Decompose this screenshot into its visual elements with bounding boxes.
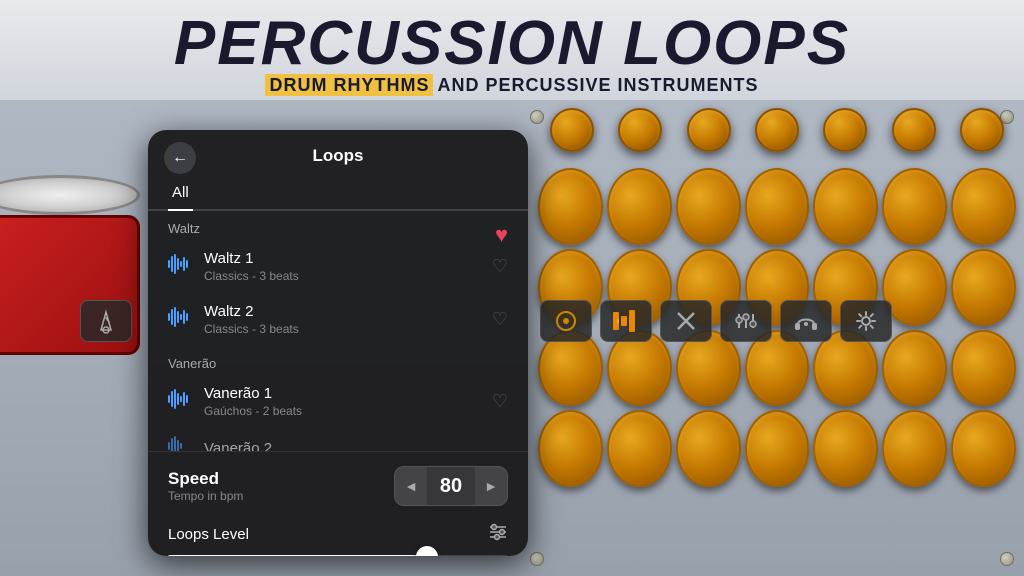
loop-info-vanerao2: Vanerão 2 [204, 440, 508, 452]
bpm-increase-button[interactable]: ► [475, 467, 507, 505]
speed-info: Speed Tempo in bpm [168, 469, 243, 503]
level-slider-fill [168, 555, 423, 556]
drum-head [0, 175, 140, 215]
speed-row: Speed Tempo in bpm ◄ 80 ► [168, 466, 508, 506]
loop-sub-vanerao1: Gaúchos - 2 beats [204, 404, 492, 418]
loop-heart-vanerao1[interactable]: ♡ [492, 391, 508, 412]
section-label-vanerao: Vanerão [148, 346, 528, 375]
tab-all[interactable]: All [168, 176, 193, 209]
loop-info-vanerao1: Vanerão 1 Gaúchos - 2 beats [204, 385, 492, 418]
loop-name-vanerao2: Vanerão 2 [204, 440, 508, 452]
drum-pad[interactable] [951, 410, 1016, 487]
drum-pad[interactable] [538, 168, 603, 245]
drum-pad[interactable] [607, 168, 672, 245]
drum-pads-grid [530, 160, 1024, 576]
loop-heart-waltz1[interactable]: ♡ [492, 256, 508, 277]
tab-row: All ♥ [148, 176, 528, 211]
settings-icon-button[interactable] [840, 300, 892, 342]
back-arrow-icon: ← [172, 149, 188, 167]
loop-sub-waltz2: Classics - 3 beats [204, 322, 492, 336]
knob-1[interactable] [550, 108, 594, 152]
drum-pad[interactable] [951, 249, 1016, 326]
drum-pad[interactable] [951, 168, 1016, 245]
waveform-icon [168, 389, 192, 415]
knob-5[interactable] [823, 108, 867, 152]
drum-pad[interactable] [813, 168, 878, 245]
drum-pad[interactable] [676, 168, 741, 245]
level-adjust-icon [488, 522, 508, 547]
subtitle: DRUM RHYTHMSAND PERCUSSIVE INSTRUMENTS [265, 75, 758, 96]
drum-pad[interactable] [538, 410, 603, 487]
drum-pad[interactable] [951, 330, 1016, 407]
loop-info-waltz1: Waltz 1 Classics - 3 beats [204, 250, 492, 283]
loop-sub-waltz1: Classics - 3 beats [204, 269, 492, 283]
level-slider-row [168, 555, 508, 556]
bpm-decrease-button[interactable]: ◄ [395, 467, 427, 505]
waveform-icon [168, 307, 192, 333]
knob-3[interactable] [687, 108, 731, 152]
drum-pad[interactable] [882, 410, 947, 487]
drum-pad[interactable] [882, 330, 947, 407]
waveform-icon [168, 436, 192, 451]
knob-2[interactable] [618, 108, 662, 152]
panel-title: Loops [168, 146, 508, 166]
knob-4[interactable] [755, 108, 799, 152]
loops-level-label: Loops Level [168, 526, 249, 543]
main-title: PERCUSSION LOOPS [174, 13, 850, 75]
loop-name-waltz2: Waltz 2 [204, 303, 492, 320]
level-slider-thumb[interactable] [416, 546, 438, 556]
drum-pad[interactable] [676, 410, 741, 487]
mixer-icon-button[interactable] [720, 300, 772, 342]
knob-7[interactable] [960, 108, 1004, 152]
bpm-control: ◄ 80 ► [394, 466, 508, 506]
loop-name-vanerao1: Vanerão 1 [204, 385, 492, 402]
knob-6[interactable] [892, 108, 936, 152]
loops-icon-button[interactable] [540, 300, 592, 342]
loop-name-waltz1: Waltz 1 [204, 250, 492, 267]
drum-pad[interactable] [882, 168, 947, 245]
loop-item-vanerao1[interactable]: Vanerão 1 Gaúchos - 2 beats ♡ [148, 375, 528, 428]
panel-header: ← Loops [148, 130, 528, 166]
loops-level-section: Loops Level [148, 516, 528, 556]
section-label-waltz: Waltz [148, 211, 528, 240]
speed-label: Speed [168, 469, 243, 489]
speed-section: Speed Tempo in bpm ◄ 80 ► [148, 451, 528, 516]
metronome-button[interactable] [80, 300, 132, 342]
loop-item-vanerao2-partial: Vanerão 2 [148, 428, 528, 451]
back-button[interactable]: ← [164, 142, 196, 174]
speed-sub-label: Tempo in bpm [168, 489, 243, 503]
level-row: Loops Level [168, 522, 508, 547]
sequencer-icon-button[interactable] [600, 300, 652, 342]
loop-item-waltz2[interactable]: Waltz 2 Classics - 3 beats ♡ [148, 293, 528, 346]
loops-panel: ← Loops All ♥ Waltz Wal [148, 130, 528, 556]
bass-drum [0, 195, 160, 375]
drum-pad[interactable] [813, 410, 878, 487]
bpm-value: 80 [427, 475, 475, 498]
instrument-toolbar [540, 300, 892, 342]
drum-pad[interactable] [607, 410, 672, 487]
level-slider-track[interactable] [168, 555, 508, 556]
waveform-icon [168, 254, 192, 280]
subtitle-normal: AND PERCUSSIVE INSTRUMENTS [437, 75, 758, 95]
headphones-icon-button[interactable] [780, 300, 832, 342]
drum-pad[interactable] [745, 410, 810, 487]
loop-heart-waltz2[interactable]: ♡ [492, 309, 508, 330]
knobs-row [530, 100, 1024, 160]
loop-info-waltz2: Waltz 2 Classics - 3 beats [204, 303, 492, 336]
loop-item-waltz1[interactable]: Waltz 1 Classics - 3 beats ♡ [148, 240, 528, 293]
drum-pad[interactable] [745, 168, 810, 245]
header-area: PERCUSSION LOOPS DRUM RHYTHMSAND PERCUSS… [0, 0, 1024, 100]
drum-pad[interactable] [882, 249, 947, 326]
subtitle-highlight: DRUM RHYTHMS [265, 74, 433, 96]
edit-icon-button[interactable] [660, 300, 712, 342]
loops-list: Waltz Waltz 1 Classics - 3 beats ♡ [148, 211, 528, 451]
